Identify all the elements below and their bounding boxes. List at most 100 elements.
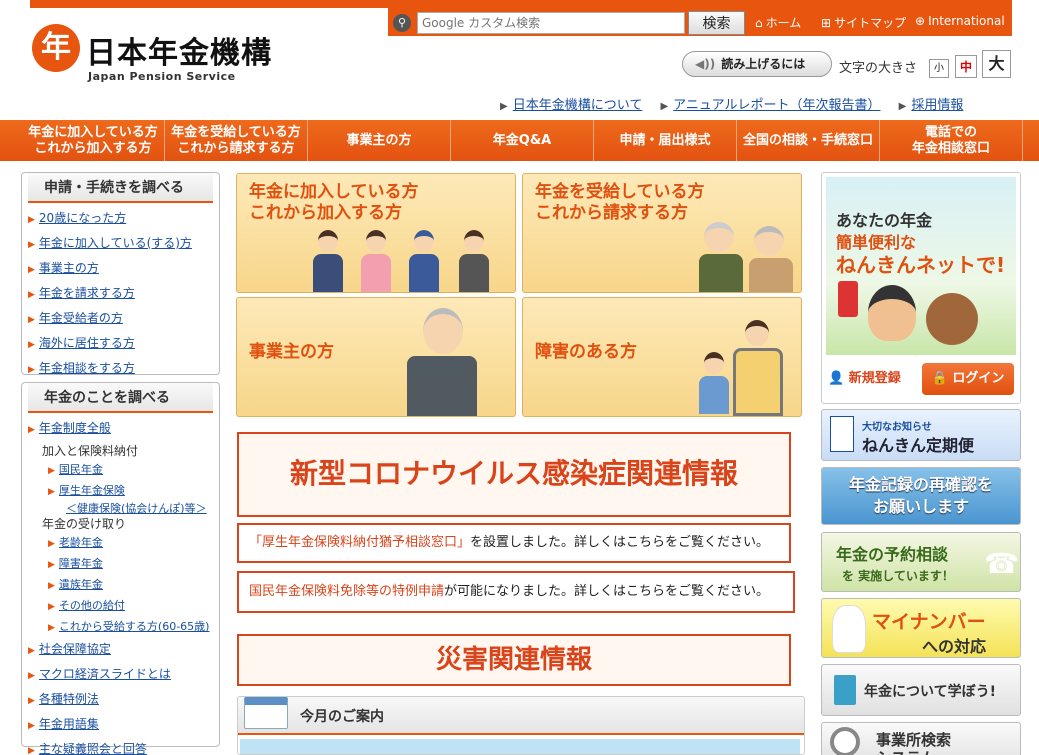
font-size-large-button[interactable]: 大 — [982, 50, 1011, 78]
list-item[interactable]: ▶ 年金制度全般 — [28, 417, 219, 442]
gnav-recipients[interactable]: 年金を受給している方 これから請求する方 — [165, 120, 308, 161]
signup-button[interactable]: 👤 新規登録 — [828, 363, 916, 395]
list-item[interactable]: ▶ マクロ経済スライドとは — [28, 663, 219, 688]
list-item[interactable]: ＜健康保険(協会けんぽ)等＞ — [28, 502, 219, 515]
list-item[interactable]: ▶ 厚生年金保険 — [28, 481, 219, 502]
nenkin-net-banner[interactable]: あなたの年金 簡単便利な ねんきんネットで! — [826, 177, 1016, 355]
sidebar-subheading: 加入と保険料納付 — [42, 444, 139, 458]
news-item: 「厚生年金保険料納付猶予相談窓口」を設置しました。詳しくはこちらをご覧ください。 — [237, 523, 791, 563]
list-item[interactable]: ▶ 年金に加入している(する)方 — [28, 232, 219, 257]
login-label: ログイン — [952, 371, 1005, 386]
international-link[interactable]: ⊕ International — [915, 14, 1005, 28]
list-item[interactable]: ▶ 各種特例法 — [28, 688, 219, 713]
list-item[interactable]: ▶ 遺族年金 — [28, 575, 219, 596]
mynumber-title: マイナンバー — [872, 611, 986, 633]
sitemap-link[interactable]: ⊞ サイトマップ — [821, 14, 906, 31]
document-icon — [830, 416, 854, 452]
list-item[interactable]: ▶ 障害年金 — [28, 554, 219, 575]
corona-info-banner[interactable]: 新型コロナウイルス感染症関連情報 — [237, 432, 791, 517]
list-item[interactable]: ▶ 年金を請求する方 — [28, 282, 219, 307]
list-item[interactable]: ▶ 年金相談をする方 — [28, 357, 219, 382]
sublink-recruit-label[interactable]: 採用情報 — [911, 98, 963, 113]
signup-label: 新規登録 — [848, 371, 901, 386]
search-button[interactable]: 検索 — [688, 11, 745, 35]
sidebar-link[interactable]: ＜健康保険(協会けんぽ)等＞ — [66, 502, 207, 515]
sidebar-about-title: 年金のことを調べる — [28, 383, 213, 413]
sidebar-link[interactable]: これから受給する方(60-65歳) — [59, 620, 210, 633]
news-link[interactable]: 「厚生年金保険料納付猶予相談窓口」 — [249, 535, 470, 550]
sidebar-link[interactable]: 主な疑義照会と回答 — [39, 742, 147, 755]
sublink-annual-report[interactable]: ▶ アニュアルレポート（年次報告書） — [660, 94, 880, 113]
list-item[interactable]: ▶ 老齢年金 — [28, 533, 219, 554]
monthly-info-image[interactable] — [240, 739, 800, 754]
gnav-insured[interactable]: 年金に加入している方 これから加入する方 — [22, 120, 165, 161]
sidebar-link[interactable]: 年金制度全般 — [39, 421, 111, 435]
disaster-info-banner[interactable]: 災害関連情報 — [237, 634, 791, 686]
teikibin-small-text: 大切なお知らせ — [862, 422, 932, 433]
learn-pension-banner[interactable]: 年金について学ぼう! — [821, 664, 1021, 716]
office-search-banner[interactable]: 事業所検索 システム — [821, 722, 1021, 755]
teikibin-banner[interactable]: 大切なお知らせ ねんきん定期便 — [821, 409, 1021, 461]
list-item[interactable]: ▶ その他の給付 — [28, 596, 219, 617]
sidebar-link[interactable]: 海外に居住する方 — [39, 336, 135, 350]
person-illustration — [409, 230, 439, 292]
list-item[interactable]: ▶ 海外に居住する方 — [28, 332, 219, 357]
list-item[interactable]: ▶ 20歳になった方 — [28, 207, 219, 232]
sidebar-link[interactable]: マクロ経済スライドとは — [39, 667, 171, 681]
tile-disability[interactable]: 障害のある方 — [522, 297, 802, 417]
list-item[interactable]: ▶ 社会保障協定 — [28, 638, 219, 663]
sidebar-link[interactable]: 年金用語集 — [39, 717, 99, 731]
gnav-employers[interactable]: 事業主の方 — [308, 120, 451, 161]
mynumber-subtitle: への対応 — [922, 637, 987, 656]
monthly-info-title: 今月のご案内 — [238, 697, 804, 735]
news-text: を設置しました。詳しくはこちらをご覧ください。 — [470, 535, 770, 550]
tile-employers[interactable]: 事業主の方 — [236, 297, 516, 417]
tile-insured[interactable]: 年金に加入している方 これから加入する方 — [236, 173, 516, 293]
sublink-recruit[interactable]: ▶ 採用情報 — [899, 94, 964, 113]
site-logo[interactable]: 年 日本年金機構 Japan Pension Service — [32, 24, 312, 84]
search-input[interactable] — [417, 12, 685, 34]
list-item[interactable]: ▶ 年金用語集 — [28, 713, 219, 738]
tile-recipients[interactable]: 年金を受給している方 これから請求する方 — [522, 173, 802, 293]
read-aloud-button[interactable]: ◀)) 読み上げるには — [682, 51, 832, 77]
record-recheck-banner[interactable]: 年金記録の再確認を お願いします — [821, 467, 1021, 525]
font-size-small-button[interactable]: 小 — [929, 59, 949, 78]
news-link[interactable]: 国民年金保険料免除等の特例申請 — [249, 584, 444, 599]
sidebar-link[interactable]: その他の給付 — [59, 599, 125, 612]
sublink-annual-report-label[interactable]: アニュアルレポート（年次報告書） — [673, 98, 880, 113]
sublink-about[interactable]: ▶ 日本年金機構について — [500, 94, 642, 113]
list-item[interactable]: ▶ 年金受給者の方 — [28, 307, 219, 332]
list-item[interactable]: ▶ 事業主の方 — [28, 257, 219, 282]
sidebar-link[interactable]: 障害年金 — [59, 557, 103, 570]
sidebar-link[interactable]: 社会保障協定 — [39, 642, 111, 656]
gnav-forms[interactable]: 申請・届出様式 — [594, 120, 737, 161]
sidebar-link[interactable]: 遺族年金 — [59, 578, 103, 591]
list-item[interactable]: ▶ 国民年金 — [28, 460, 219, 481]
sidebar-link[interactable]: 年金受給者の方 — [39, 311, 123, 325]
sidebar-link[interactable]: 20歳になった方 — [39, 211, 126, 225]
sitemap-icon: ⊞ — [821, 16, 832, 30]
font-size-medium-button[interactable]: 中 — [955, 55, 977, 78]
sidebar-link[interactable]: 年金相談をする方 — [39, 361, 135, 375]
sidebar-link[interactable]: 厚生年金保険 — [59, 484, 125, 497]
sidebar-link[interactable]: 年金に加入している(する)方 — [39, 236, 192, 250]
gnav-phone[interactable]: 電話での 年金相談窓口 — [880, 120, 1023, 161]
sidebar-link[interactable]: 各種特例法 — [39, 692, 99, 706]
reservation-consult-banner[interactable]: 年金の予約相談 を 実施しています！ ☎ — [821, 532, 1021, 592]
list-item[interactable]: ▶ 主な疑義照会と回答 — [28, 738, 219, 755]
sidebar-link[interactable]: 年金を請求する方 — [39, 286, 135, 300]
sidebar-link[interactable]: 老齢年金 — [59, 536, 103, 549]
search-icon: ⚲ — [393, 14, 411, 32]
sidebar-link[interactable]: 国民年金 — [59, 463, 103, 476]
mynumber-banner[interactable]: マイナンバー への対応 — [821, 598, 1021, 658]
gnav-faq[interactable]: 年金Q&A — [451, 120, 594, 161]
sidebar-link[interactable]: 事業主の方 — [39, 261, 99, 275]
sublink-about-label[interactable]: 日本年金機構について — [513, 98, 643, 113]
speaker-icon: ◀)) — [695, 57, 716, 71]
utility-bar: ⚲ 検索 ⌂ホーム ⊞サイトマップ ⊕International — [388, 0, 1012, 36]
home-link[interactable]: ⌂ ホーム — [755, 14, 801, 31]
login-button[interactable]: 🔒 ログイン — [922, 363, 1014, 395]
mascot-boy-illustration — [868, 285, 916, 341]
list-item[interactable]: ▶ これから受給する方(60-65歳) — [28, 617, 219, 638]
gnav-offices[interactable]: 全国の相談・手続窓口 — [737, 120, 880, 161]
